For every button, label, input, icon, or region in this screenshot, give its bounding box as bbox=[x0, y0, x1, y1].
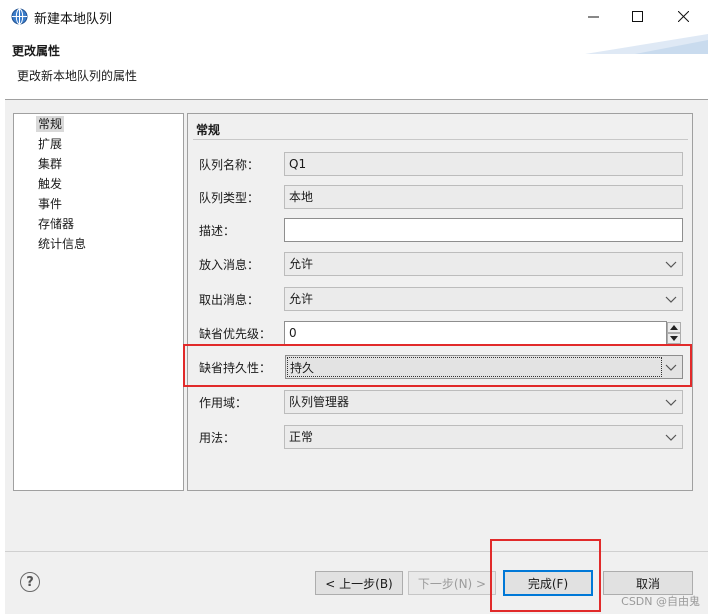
section-divider bbox=[193, 139, 688, 140]
default-priority-value: 0 bbox=[289, 326, 297, 340]
banner-title: 更改属性 bbox=[12, 44, 61, 58]
usage-label: 用法： bbox=[199, 431, 236, 445]
nav-item-storage[interactable]: 存储器 bbox=[36, 216, 76, 232]
help-button[interactable]: ? bbox=[20, 572, 40, 592]
chevron-down-icon bbox=[665, 261, 677, 268]
next-button-label: 下一步(N) > bbox=[417, 576, 487, 591]
maximize-button[interactable] bbox=[614, 0, 660, 33]
close-window-button[interactable] bbox=[660, 0, 706, 33]
nav-item-events[interactable]: 事件 bbox=[36, 196, 64, 212]
finish-highlight-box bbox=[490, 539, 601, 612]
nav-item-general[interactable]: 常规 bbox=[36, 116, 65, 132]
get-messages-select[interactable]: 允许 bbox=[284, 287, 683, 311]
nav-item-extended[interactable]: 扩展 bbox=[36, 136, 64, 152]
persistence-highlight-box bbox=[183, 344, 692, 387]
get-messages-value: 允许 bbox=[289, 292, 314, 306]
put-messages-select[interactable]: 允许 bbox=[284, 252, 683, 276]
window-title: 新建本地队列 bbox=[34, 12, 113, 27]
triangle-up-icon bbox=[670, 325, 678, 330]
queue-name-field: Q1 bbox=[284, 152, 683, 176]
triangle-down-icon bbox=[670, 336, 678, 341]
wizard-banner: 更改属性 更改新本地队列的属性 bbox=[5, 34, 708, 100]
scope-label: 作用域： bbox=[199, 396, 248, 410]
banner-description: 更改新本地队列的属性 bbox=[17, 69, 138, 83]
nav-item-triggering[interactable]: 触发 bbox=[36, 176, 64, 192]
queue-type-field: 本地 bbox=[284, 185, 683, 209]
help-icon: ? bbox=[26, 574, 34, 590]
usage-select[interactable]: 正常 bbox=[284, 425, 683, 449]
queue-type-label: 队列类型： bbox=[199, 191, 260, 205]
back-button-label: < 上一步(B) bbox=[325, 576, 393, 591]
title-bar: 新建本地队列 bbox=[0, 0, 708, 34]
chevron-down-icon bbox=[665, 296, 677, 303]
queue-name-label: 队列名称： bbox=[199, 158, 260, 172]
next-button[interactable]: 下一步(N) > bbox=[408, 571, 496, 595]
put-messages-value: 允许 bbox=[289, 257, 314, 271]
nav-item-statistics[interactable]: 统计信息 bbox=[36, 236, 88, 252]
back-button[interactable]: < 上一步(B) bbox=[315, 571, 403, 595]
watermark: CSDN @自由鬼 bbox=[621, 595, 700, 608]
description-input[interactable] bbox=[284, 218, 683, 242]
priority-decrement-button[interactable] bbox=[667, 333, 681, 344]
chevron-down-icon bbox=[665, 434, 677, 441]
cancel-button-label: 取消 bbox=[635, 576, 660, 591]
priority-increment-button[interactable] bbox=[667, 322, 681, 333]
minimize-button[interactable] bbox=[570, 0, 616, 33]
globe-icon bbox=[11, 8, 28, 25]
section-heading: 常规 bbox=[196, 123, 221, 137]
button-bar-divider bbox=[5, 551, 708, 552]
chevron-down-icon bbox=[665, 399, 677, 406]
put-messages-label: 放入消息： bbox=[199, 258, 260, 272]
scope-select[interactable]: 队列管理器 bbox=[284, 390, 683, 414]
description-label: 描述： bbox=[199, 224, 236, 238]
queue-name-value: Q1 bbox=[289, 157, 307, 171]
minimize-icon bbox=[587, 16, 599, 18]
maximize-icon bbox=[631, 11, 643, 22]
banner-decoration bbox=[585, 34, 708, 54]
cancel-button[interactable]: 取消 bbox=[603, 571, 693, 595]
queue-type-value: 本地 bbox=[289, 190, 314, 204]
close-icon bbox=[677, 11, 689, 22]
get-messages-label: 取出消息： bbox=[199, 293, 260, 307]
default-priority-label: 缺省优先级： bbox=[199, 327, 272, 341]
nav-item-cluster[interactable]: 集群 bbox=[36, 156, 64, 172]
scope-value: 队列管理器 bbox=[289, 395, 350, 409]
usage-value: 正常 bbox=[289, 430, 314, 444]
default-priority-input[interactable]: 0 bbox=[284, 321, 667, 345]
